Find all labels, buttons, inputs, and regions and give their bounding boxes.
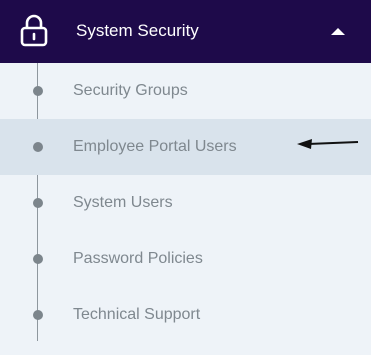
section-title: System Security — [76, 21, 199, 40]
tree-node-dot — [33, 142, 43, 152]
submenu-item-label: Security Groups — [73, 82, 188, 99]
tree-node-dot — [33, 254, 43, 264]
system-security-submenu: Security Groups Employee Portal Users Sy… — [0, 63, 371, 355]
submenu-item-security-groups[interactable]: Security Groups — [0, 63, 371, 119]
tree-node-dot — [33, 86, 43, 96]
submenu-item-label: Employee Portal Users — [73, 138, 237, 155]
submenu-item-system-users[interactable]: System Users — [0, 175, 371, 231]
arrow-left-icon — [296, 134, 360, 154]
system-security-header[interactable]: System Security — [0, 0, 371, 63]
lock-icon — [19, 13, 49, 47]
tree-node-dot — [33, 198, 43, 208]
chevron-up-icon[interactable] — [331, 28, 345, 35]
submenu-item-password-policies[interactable]: Password Policies — [0, 231, 371, 287]
submenu-item-label: Technical Support — [73, 306, 201, 323]
submenu-item-label: System Users — [73, 194, 173, 211]
submenu-item-technical-support[interactable]: Technical Support — [0, 287, 371, 343]
tree-node-dot — [33, 310, 43, 320]
submenu-item-label: Password Policies — [73, 250, 203, 267]
